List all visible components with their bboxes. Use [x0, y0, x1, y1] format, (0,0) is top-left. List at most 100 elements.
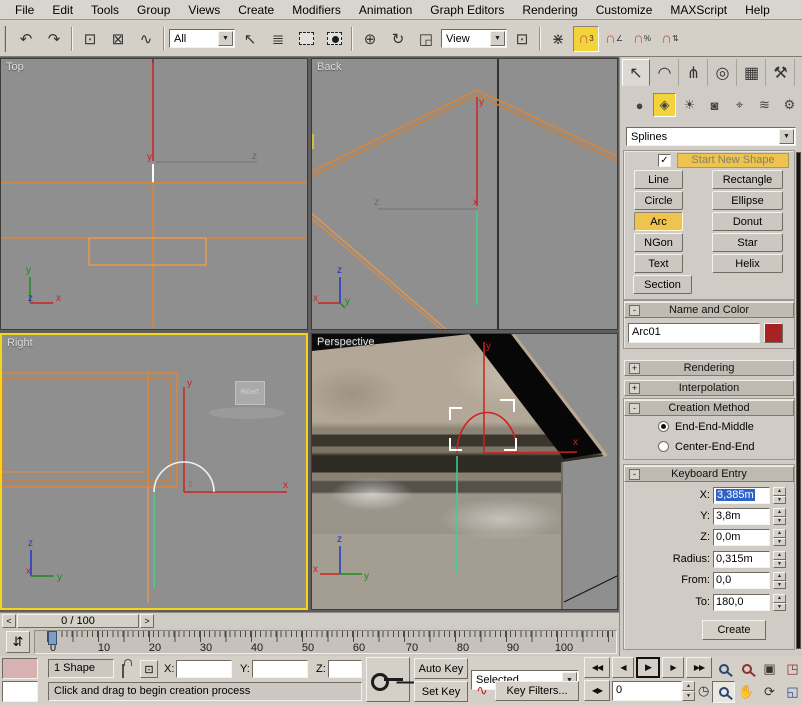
menu-graph-editors[interactable]: Graph Editors — [421, 3, 513, 17]
menu-help[interactable]: Help — [736, 3, 779, 17]
auto-key-button[interactable]: Auto Key — [414, 658, 468, 679]
frame-marker-handle[interactable] — [48, 631, 57, 645]
zoom-all-icon[interactable] — [735, 658, 758, 680]
min-max-toggle-icon[interactable]: ◱ — [781, 681, 802, 703]
rectangular-selection-region-icon[interactable] — [293, 26, 319, 52]
radio-label-end-end-middle[interactable]: End-End-Middle — [675, 421, 754, 433]
zoom-extents-all-icon[interactable]: ◳ — [781, 658, 802, 680]
shape-button-text[interactable]: Text — [634, 254, 683, 273]
category-helpers-icon[interactable]: ⌖ — [728, 93, 751, 117]
select-and-manipulate-icon[interactable]: ⋇ — [545, 26, 571, 52]
keyboard-shortcut-override-icon[interactable] — [366, 657, 410, 702]
shape-button-arc-active[interactable]: Arc — [634, 212, 683, 231]
select-and-scale-icon[interactable]: ◲ — [413, 26, 439, 52]
shape-button-section[interactable]: Section — [633, 275, 692, 294]
maxscript-mini-listener-white[interactable] — [2, 681, 38, 702]
set-key-curve-icon[interactable]: ∿ — [472, 682, 492, 702]
shape-button-line[interactable]: Line — [634, 170, 683, 189]
radio-end-end-middle[interactable] — [658, 421, 669, 432]
absolute-relative-coords-icon[interactable]: ⊡ — [140, 660, 158, 678]
from-angle-field[interactable]: 0,0 — [713, 572, 770, 589]
zoom-icon[interactable] — [712, 658, 735, 680]
rollout-interpolation[interactable]: + Interpolation — [624, 380, 794, 396]
expand-icon[interactable]: + — [629, 363, 640, 374]
create-button[interactable]: Create — [702, 620, 766, 640]
viewport-top[interactable]: Top y z y z x — [0, 58, 308, 330]
category-geometry-icon[interactable]: ● — [628, 93, 651, 117]
tab-utilities-icon[interactable]: ⚒ — [767, 59, 795, 86]
shape-button-donut[interactable]: Donut — [712, 212, 783, 231]
menu-group[interactable]: Group — [128, 3, 179, 17]
viewport-back[interactable]: Back y x z z x y — [311, 58, 618, 330]
play-button-icon[interactable]: ▶ — [636, 657, 660, 678]
coord-z-field[interactable] — [328, 660, 362, 678]
rollout-rendering[interactable]: + Rendering — [624, 360, 794, 376]
radius-field[interactable]: 0,315m — [713, 551, 770, 568]
chevron-down-icon[interactable]: ▼ — [490, 31, 505, 46]
expand-icon[interactable]: + — [629, 383, 640, 394]
mini-curve-editor-icon[interactable]: ⇵ — [6, 631, 30, 653]
coord-x-field[interactable] — [176, 660, 232, 678]
set-key-button[interactable]: Set Key — [414, 681, 468, 702]
next-frame-icon[interactable]: ▶ — [662, 657, 684, 678]
tab-create-icon[interactable]: ↖ — [622, 59, 650, 86]
collapse-icon[interactable]: - — [629, 305, 640, 316]
viewport-perspective[interactable]: Perspective y x z x y — [311, 333, 618, 610]
rollout-creation-method[interactable]: - Creation Method — [624, 400, 794, 416]
collapse-icon[interactable]: - — [629, 469, 640, 480]
tab-motion-icon[interactable]: ◎ — [709, 59, 737, 86]
menu-rendering[interactable]: Rendering — [513, 3, 586, 17]
chevron-down-icon[interactable]: ▼ — [218, 31, 233, 46]
viewport-right-active[interactable]: Right RIGHT y x z z x y — [0, 333, 308, 610]
z-coordinate-field[interactable]: 0,0m — [713, 529, 770, 546]
tab-display-icon[interactable]: ▦ — [738, 59, 766, 86]
menu-customize[interactable]: Customize — [587, 3, 662, 17]
go-to-end-icon[interactable]: ▶▶ — [686, 657, 712, 678]
panel-scrollbar[interactable] — [796, 152, 801, 649]
shape-button-circle[interactable]: Circle — [634, 191, 683, 210]
menu-create[interactable]: Create — [229, 3, 283, 17]
arc-rotate-icon[interactable]: ⟳ — [758, 681, 781, 703]
select-and-rotate-icon[interactable]: ↻ — [385, 26, 411, 52]
unlink-selection-icon[interactable]: ⊠ — [105, 26, 131, 52]
shape-button-ellipse[interactable]: Ellipse — [712, 191, 783, 210]
object-name-field[interactable]: Arc01 — [628, 323, 760, 343]
rollout-name-and-color[interactable]: - Name and Color — [624, 302, 794, 318]
current-frame-field[interactable]: 0 — [612, 681, 682, 701]
key-mode-toggle-icon[interactable]: ◀▶ — [584, 680, 610, 701]
category-systems-icon[interactable]: ⚙ — [778, 93, 801, 117]
pan-hand-icon[interactable]: ✋ — [735, 681, 758, 703]
snap-toggle-3d-icon[interactable]: ∩3 — [573, 26, 599, 52]
select-by-name-icon[interactable]: ≣ — [265, 26, 291, 52]
angle-snap-icon[interactable]: ∩∠ — [601, 26, 627, 52]
zoom-extents-icon[interactable]: ▣ — [758, 658, 781, 680]
shape-button-rectangle[interactable]: Rectangle — [712, 170, 783, 189]
menu-tools[interactable]: Tools — [82, 3, 128, 17]
maxscript-mini-listener-pink[interactable] — [2, 658, 38, 679]
rollout-keyboard-entry[interactable]: - Keyboard Entry — [624, 466, 794, 482]
shape-button-helix[interactable]: Helix — [712, 254, 783, 273]
tab-hierarchy-icon[interactable]: ⋔ — [680, 59, 708, 86]
select-object-icon[interactable]: ↖ — [237, 26, 263, 52]
category-lights-icon[interactable]: ☀ — [678, 93, 701, 117]
category-cameras-icon[interactable]: ◙ — [703, 93, 726, 117]
reference-coordinate-system-dropdown[interactable]: View ▼ — [441, 29, 507, 48]
selection-filter-dropdown[interactable]: All ▼ — [169, 29, 235, 48]
region-zoom-icon[interactable] — [712, 681, 735, 703]
selection-lock-icon[interactable] — [122, 664, 124, 678]
percent-snap-icon[interactable]: ∩% — [629, 26, 655, 52]
menu-maxscript[interactable]: MAXScript — [661, 3, 736, 17]
y-coordinate-field[interactable]: 3,8m — [713, 508, 770, 525]
undo-icon[interactable]: ↶ — [13, 26, 39, 52]
menu-views[interactable]: Views — [179, 3, 229, 17]
menu-edit[interactable]: Edit — [43, 3, 82, 17]
category-shapes-icon[interactable]: ◈ — [653, 93, 676, 117]
menu-animation[interactable]: Animation — [350, 3, 421, 17]
previous-frame-icon[interactable]: ◀ — [612, 657, 634, 678]
track-bar-ruler[interactable]: 0 10 20 30 40 50 60 70 80 90 100 — [34, 630, 617, 654]
radio-label-center-end-end[interactable]: Center-End-End — [675, 441, 755, 453]
select-and-move-icon[interactable]: ⊕ — [357, 26, 383, 52]
shape-button-ngon[interactable]: NGon — [634, 233, 683, 252]
menu-file[interactable]: File — [6, 3, 43, 17]
shape-button-star[interactable]: Star — [712, 233, 783, 252]
